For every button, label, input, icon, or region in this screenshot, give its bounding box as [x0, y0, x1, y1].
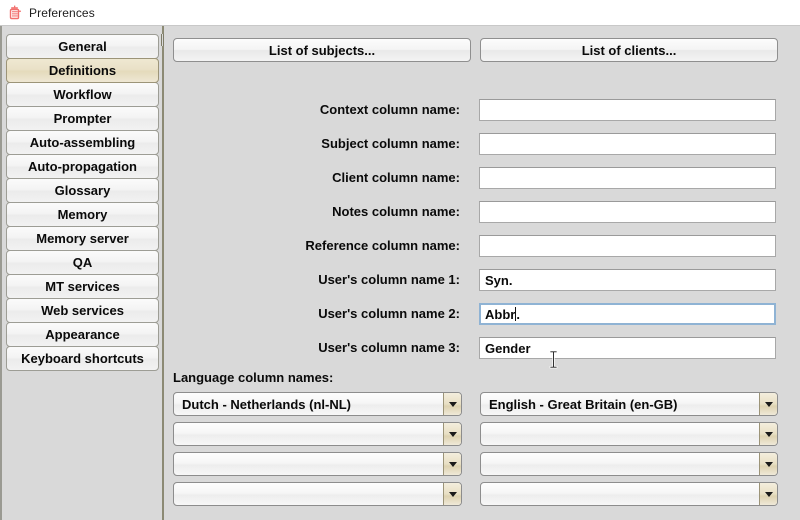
language-row: Dutch - Netherlands (nl-NL) English - Gre… [165, 392, 800, 416]
sidebar-item-web-services[interactable]: Web services [6, 298, 159, 323]
sidebar-item-label: Auto-propagation [27, 159, 138, 174]
input-value: Gender [485, 340, 531, 356]
form-row: Reference column name: [165, 235, 779, 257]
language-column-names-label: Language column names: [173, 370, 334, 385]
text-caret [515, 307, 517, 321]
chevron-down-icon[interactable] [443, 423, 461, 445]
sidebar-item-label: Memory [57, 207, 108, 222]
chevron-down-icon[interactable] [759, 423, 777, 445]
form-row: Notes column name: [165, 201, 779, 223]
input-value-before-caret: Abbr [485, 306, 516, 322]
column-name-input[interactable] [479, 133, 776, 155]
sidebar-item-label: Prompter [53, 111, 112, 126]
language-row [165, 482, 800, 506]
column-name-input[interactable] [479, 167, 776, 189]
chevron-down-icon[interactable] [443, 483, 461, 505]
sidebar-item-label: Memory server [36, 231, 129, 246]
sidebar-item-label: Definitions [48, 63, 117, 78]
field-label: Reference column name: [305, 238, 460, 253]
language-combo-right-1[interactable] [480, 422, 778, 446]
column-name-input[interactable] [479, 99, 776, 121]
language-combo-left-0[interactable]: Dutch - Netherlands (nl-NL) [173, 392, 462, 416]
chevron-down-icon[interactable] [443, 393, 461, 415]
sidebar-item-auto-assembling[interactable]: Auto-assembling [6, 130, 159, 155]
sidebar-item-general[interactable]: General [6, 34, 159, 59]
column-name-input[interactable]: Gender [479, 337, 776, 359]
language-combo-right-3[interactable] [480, 482, 778, 506]
language-combo-right-0[interactable]: English - Great Britain (en-GB) [480, 392, 778, 416]
definitions-panel: List of subjects... List of clients... C… [165, 26, 800, 520]
sidebar-item-label: Keyboard shortcuts [21, 351, 144, 366]
sidebar-item-label: MT services [45, 279, 120, 294]
language-combo-left-1[interactable] [173, 422, 462, 446]
sidebar-item-label: Auto-assembling [29, 135, 136, 150]
sidebar-item-glossary[interactable]: Glossary [6, 178, 159, 203]
sidebar-item-auto-propagation[interactable]: Auto-propagation [6, 154, 159, 179]
sidebar-item-keyboard-shortcuts[interactable]: Keyboard shortcuts [6, 346, 159, 371]
chevron-down-icon[interactable] [759, 393, 777, 415]
sidebar-item-memory[interactable]: Memory [6, 202, 159, 227]
chevron-down-icon[interactable] [759, 453, 777, 475]
chevron-down-icon[interactable] [759, 483, 777, 505]
form-row: User's column name 2: Abbr.Abbr. [165, 303, 779, 325]
field-label: Context column name: [319, 102, 460, 117]
sidebar-item-memory-server[interactable]: Memory server [6, 226, 159, 251]
splitter-line [162, 26, 164, 520]
form-row: User's column name 1: Syn. [165, 269, 779, 291]
column-name-input[interactable] [479, 201, 776, 223]
form-row: Client column name: [165, 167, 779, 189]
preferences-window: Preferences General Definitions Workflow Pr… [0, 0, 800, 520]
form-row: Context column name: [165, 99, 779, 121]
field-label: Client column name: [332, 170, 460, 185]
language-combo-value: Dutch - Netherlands (nl-NL) [182, 396, 351, 412]
title-bar: Preferences [0, 0, 800, 26]
sidebar-item-qa[interactable]: QA [6, 250, 159, 275]
field-label: User's column name 1: [318, 272, 460, 287]
field-label: Notes column name: [332, 204, 460, 219]
window-content: General Definitions Workflow Prompter Auto-a… [0, 26, 800, 520]
sidebar-item-prompter[interactable]: Prompter [6, 106, 159, 131]
column-name-input[interactable] [479, 235, 776, 257]
language-combo-right-2[interactable] [480, 452, 778, 476]
list-of-clients-button[interactable]: List of clients... [480, 38, 778, 62]
sidebar-item-label: Glossary [54, 183, 111, 198]
sidebar-item-label: Web services [41, 303, 124, 318]
language-row [165, 422, 800, 446]
sidebar-item-label: General [58, 39, 107, 54]
input-value-after-caret: . [516, 306, 520, 322]
field-label: Subject column name: [321, 136, 460, 151]
language-combo-value: English - Great Britain (en-GB) [489, 396, 678, 412]
sidebar-item-label: QA [72, 255, 93, 270]
sidebar-item-workflow[interactable]: Workflow [6, 82, 159, 107]
sidebar-item-mt-services[interactable]: MT services [6, 274, 159, 299]
language-combo-left-3[interactable] [173, 482, 462, 506]
sidebar-item-appearance[interactable]: Appearance [6, 322, 159, 347]
omegat-logo-icon [9, 5, 21, 19]
field-label: User's column name 3: [318, 340, 460, 355]
list-of-subjects-button[interactable]: List of subjects... [173, 38, 471, 62]
language-combo-left-2[interactable] [173, 452, 462, 476]
input-value: Syn. [485, 272, 513, 288]
preferences-sidebar: General Definitions Workflow Prompter Auto-a… [6, 34, 159, 371]
form-row: Subject column name: [165, 133, 779, 155]
column-name-input[interactable]: Abbr.Abbr. [479, 303, 776, 325]
window-title: Preferences [29, 5, 95, 20]
sidebar-item-definitions[interactable]: Definitions [6, 58, 159, 83]
sidebar-item-label: Appearance [45, 327, 120, 342]
chevron-down-icon[interactable] [443, 453, 461, 475]
field-label: User's column name 2: [318, 306, 460, 321]
form-row: User's column name 3: Gender [165, 337, 779, 359]
language-row [165, 452, 800, 476]
column-name-input[interactable]: Syn. [479, 269, 776, 291]
sidebar-item-label: Workflow [53, 87, 112, 102]
